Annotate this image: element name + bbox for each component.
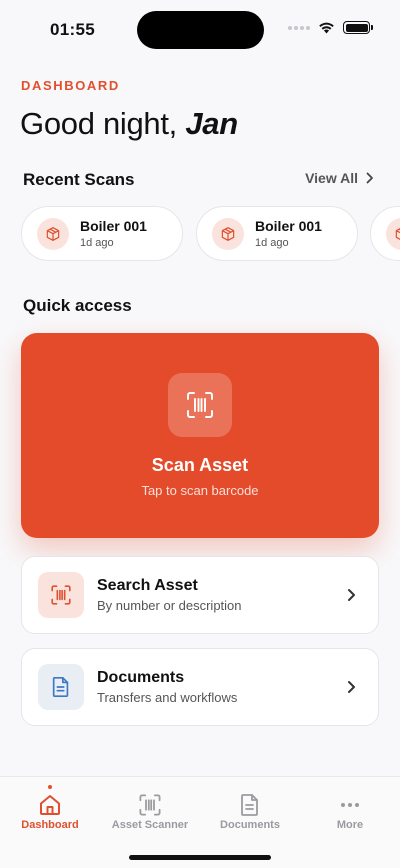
tab-label: Dashboard: [21, 819, 79, 831]
recent-scan-time: 1d ago: [80, 237, 114, 249]
tab-more[interactable]: More: [300, 777, 400, 837]
chevron-right-icon: [366, 172, 373, 184]
box-icon: [212, 217, 244, 250]
recent-scan-title: Boiler 001: [80, 218, 147, 234]
scan-asset-button[interactable]: Scan Asset Tap to scan barcode: [21, 333, 379, 538]
page-eyebrow: DASHBOARD: [21, 78, 120, 93]
dynamic-island: [137, 11, 264, 49]
search-asset-title: Search Asset: [97, 577, 198, 594]
search-asset-subtitle: By number or description: [97, 598, 242, 613]
box-icon: [37, 217, 69, 250]
recent-scan-item[interactable]: Boiler 001 1d ago: [196, 206, 358, 261]
tab-label: Asset Scanner: [111, 819, 189, 831]
documents-button[interactable]: Documents Transfers and workflows: [21, 648, 379, 726]
tab-label: More: [336, 819, 364, 831]
user-name: Jan: [185, 106, 238, 141]
tab-asset-scanner[interactable]: Asset Scanner: [100, 777, 200, 837]
recent-scan-item[interactable]: Boiler 001 1d ago: [21, 206, 183, 261]
recent-scan-title: Boiler 001: [255, 218, 322, 234]
more-icon: [341, 803, 359, 807]
barcode-scan-icon: [38, 572, 84, 618]
greeting-text: Good night,: [20, 106, 177, 141]
wifi-icon: [319, 22, 334, 34]
chevron-right-icon: [348, 589, 355, 601]
barcode-scan-icon: [168, 373, 232, 437]
tab-bar: Dashboard Asset Scanner Documents More: [0, 776, 400, 868]
quick-access-title: Quick access: [23, 296, 132, 315]
active-tab-indicator: [48, 785, 52, 789]
tab-dashboard[interactable]: Dashboard: [0, 777, 100, 837]
recent-scans-list[interactable]: Boiler 001 1d ago Boiler 001 1d ago: [0, 206, 400, 262]
battery-icon: [343, 21, 373, 34]
search-asset-button[interactable]: Search Asset By number or description: [21, 556, 379, 634]
chevron-right-icon: [348, 681, 355, 693]
document-icon: [241, 794, 258, 816]
recent-scans-title: Recent Scans: [23, 170, 135, 189]
recent-scan-item[interactable]: [370, 206, 400, 261]
documents-subtitle: Transfers and workflows: [97, 690, 238, 705]
status-time: 01:55: [50, 20, 95, 39]
scan-asset-title: Scan Asset: [151, 455, 249, 475]
greeting: Good night, Jan: [20, 106, 238, 142]
view-all-button[interactable]: View All: [305, 170, 374, 186]
status-bar: 01:55: [0, 0, 400, 60]
documents-title: Documents: [97, 669, 185, 686]
home-indicator: [129, 855, 271, 860]
barcode-scan-icon: [139, 794, 161, 816]
view-all-label: View All: [305, 170, 358, 186]
tab-documents[interactable]: Documents: [200, 777, 300, 837]
tab-label: Documents: [220, 819, 280, 831]
box-icon: [386, 217, 400, 250]
scan-asset-subtitle: Tap to scan barcode: [141, 483, 259, 498]
home-icon: [40, 795, 60, 815]
signal-icon: [288, 25, 310, 30]
status-icons: [288, 21, 373, 34]
document-icon: [38, 664, 84, 710]
recent-scan-time: 1d ago: [255, 237, 289, 249]
